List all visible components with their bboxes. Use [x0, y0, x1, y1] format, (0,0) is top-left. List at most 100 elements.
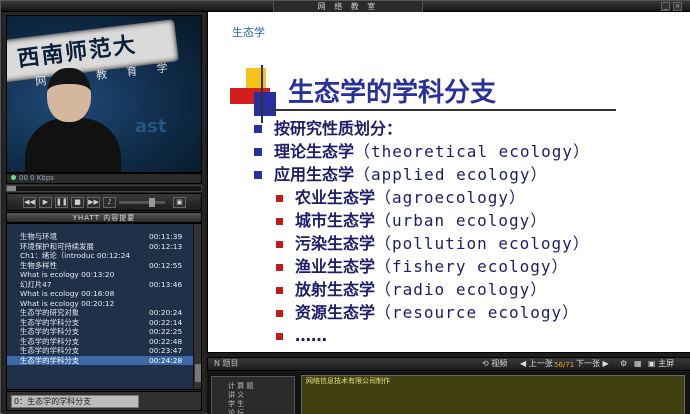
slide-view: 生态学 生态学的学科分支 按研究性质划分： 理论生态学（theoretical e… [207, 12, 690, 352]
player-controls: ◀◀ ▶ ❚❚ ■ ▶▶ ♪ ▣ [6, 193, 202, 211]
list-item-label: 生物多样性 [20, 260, 57, 270]
list-item[interactable]: What is ecology 00:16:08 [7, 289, 201, 299]
next-icon[interactable]: ▶▶ [87, 197, 100, 208]
left-panel: 西南师范大 网 络 教 育 学 ast 00 0 Kbps ◀◀ ▶ ❚❚ ■ … [3, 12, 205, 414]
seek-handle[interactable] [7, 186, 16, 191]
grid-icon[interactable]: ▦ [634, 358, 642, 370]
app-window: 网 络 教 室 _ × 西南师范大 网 络 教 育 学 ast 00 0 Kbp… [0, 0, 690, 414]
list-item[interactable]: 生物与环境 00:11:39 [7, 232, 201, 242]
list-item-time: 00:13:46 [149, 279, 183, 289]
seek-bar[interactable] [6, 185, 202, 192]
bullet-english: （urban ecology） [375, 211, 548, 230]
bullet-text: 资源生态学 [295, 303, 376, 322]
list-item[interactable]: 生态学的学科分支 00:24:28 [7, 355, 201, 365]
list-item-label: 生态学的研究对象 [20, 308, 80, 317]
pause-icon[interactable]: ❚❚ [55, 197, 68, 208]
bullet-level2: 资源生态学（resource ecology） [254, 301, 590, 324]
bullet-square-icon [276, 218, 283, 225]
next-slide-label: 下一张 [576, 359, 600, 368]
play-icon[interactable]: ▶ [39, 197, 52, 208]
list-item[interactable]: 环境保护和可持续发展 00:12:13 [7, 242, 201, 252]
settings-icon[interactable]: ⚙ [620, 358, 627, 370]
list-item[interactable]: What is ecology 00:13:20 [7, 270, 201, 280]
bullet-text: 农业生态学 [295, 188, 376, 207]
list-item[interactable]: 幻灯片47 00:13:46 [7, 280, 201, 290]
side-menu-item[interactable]: 论 坛 [228, 408, 244, 414]
bullet-level2: 放射生态学（radio ecology） [254, 278, 590, 301]
video-player[interactable]: 西南师范大 网 络 教 育 学 ast [6, 15, 202, 173]
speaker-icon[interactable]: ♪ [103, 197, 116, 208]
list-item-label: What is ecology 00:13:20 [20, 270, 115, 279]
prev-slide-button[interactable]: ◀ 上一张 [520, 358, 553, 370]
fullscreen-icon[interactable]: ▣ [173, 197, 186, 208]
bottom-panel: N 题目 ⟲ 视频 ◀ 上一张 56/71 下一张 ▶ ⚙ ▦ ▣ 主屏 计 算… [207, 352, 690, 414]
minimize-button[interactable]: _ [661, 2, 670, 11]
bullet-english: （pollution ecology） [375, 234, 590, 253]
list-item[interactable]: 生态学的学科分支 00:23:47 [7, 346, 201, 356]
list-item-time: 00:20:24 [149, 308, 183, 317]
next-slide-button[interactable]: 下一张 ▶ [576, 358, 609, 370]
bullet-square-icon [276, 287, 283, 294]
stop-icon[interactable]: ■ [71, 197, 84, 208]
bullet-english: （radio ecology） [375, 280, 548, 299]
list-scrollbar[interactable] [193, 224, 201, 389]
prev-slide-label: 上一张 [528, 359, 553, 368]
slide-navbar: N 题目 ⟲ 视频 ◀ 上一张 56/71 下一张 ▶ ⚙ ▦ ▣ 主屏 [207, 357, 690, 371]
status-dot-icon [11, 175, 16, 180]
list-item-label: 生态学的学科分支 [20, 355, 80, 365]
bullet-level2: 渔业生态学（fishery ecology） [254, 255, 590, 278]
wall-text: ast [135, 116, 167, 137]
video-button[interactable]: ⟲ 视频 [482, 358, 507, 370]
list-item-time: 00:22:14 [149, 317, 183, 327]
list-item[interactable]: Ch1：绪论（introduc 00:12:24 [7, 251, 201, 261]
volume-slider[interactable] [119, 198, 165, 207]
bullet-english: （fishery ecology） [375, 257, 569, 276]
list-item-label: 生物与环境 [20, 232, 57, 241]
list-item-label: What is ecology 00:16:08 [20, 289, 115, 298]
list-item-time: 00:23:47 [149, 346, 183, 355]
list-item-label: 环境保护和可持续发展 [20, 241, 94, 251]
bullet-square-icon [276, 195, 283, 202]
bullet-text: 城市生态学 [295, 211, 376, 230]
bullet-square-icon [276, 310, 283, 317]
list-item[interactable]: What is ecology 00:20:12 [7, 299, 201, 309]
deco-horizontal-line [270, 109, 616, 111]
title-bar: 网 络 教 室 _ × [1, 1, 690, 12]
current-item-field[interactable]: 0：生态学的学科分支 [11, 395, 139, 408]
bullet-english: （applied ecology） [354, 165, 548, 184]
previous-icon[interactable]: ◀◀ [23, 197, 36, 208]
list-item-time: 00:11:39 [149, 232, 183, 241]
list-item-label: 生态学的学科分支 [20, 327, 80, 336]
home-button[interactable]: ▣ 主屏 [648, 358, 674, 370]
video-status: 00 0 Kbps [6, 173, 202, 184]
slide-bullets: 按研究性质划分： 理论生态学（theoretical ecology） 应用生态学（… [254, 117, 590, 347]
notes-text: 网络信息技术有限公司制作 [301, 375, 685, 414]
bullet-text: 污染生态学 [295, 234, 376, 253]
bullet-level2: 污染生态学（pollution ecology） [254, 232, 590, 255]
page-indicator: 56/71 [554, 361, 575, 369]
bullet-text: 渔业生态学 [295, 257, 376, 276]
bullet-text: 放射生态学 [295, 280, 376, 299]
bullet-square-icon [254, 171, 262, 179]
list-item-label: What is ecology 00:20:12 [20, 298, 115, 308]
slide-title: 生态学的学科分支 [288, 78, 497, 108]
scrollbar-thumb[interactable] [195, 364, 201, 382]
list-item[interactable]: 生态学的学科分支 00:22:25 [7, 327, 201, 337]
bullet-text: 按研究性质划分： [274, 119, 403, 138]
list-item[interactable]: 生物多样性 00:12:55 [7, 261, 201, 271]
list-item[interactable]: 生态学的研究对象 00:20:24 [7, 308, 201, 318]
list-item-time: 00:22:48 [149, 336, 183, 346]
current-item-bar: 0：生态学的学科分支 [6, 391, 202, 411]
slide-corner-label: 生态学 [232, 26, 265, 39]
list-item-time: 00:12:13 [149, 241, 183, 251]
bullet-level2: 农业生态学（agroecology） [254, 186, 590, 209]
list-item-label: 生态学的学科分支 [20, 336, 80, 346]
list-item-label: 生态学的学科分支 [20, 317, 80, 327]
video-button-label: 视频 [491, 359, 508, 368]
list-item[interactable]: 生态学的学科分支 00:22:48 [7, 337, 201, 347]
list-item[interactable]: 生态学的学科分支 00:22:14 [7, 318, 201, 328]
close-button[interactable]: × [673, 2, 682, 11]
volume-handle[interactable] [149, 198, 155, 207]
bullet-square-icon [276, 264, 283, 271]
list-item-label: 幻灯片47 [20, 279, 52, 289]
